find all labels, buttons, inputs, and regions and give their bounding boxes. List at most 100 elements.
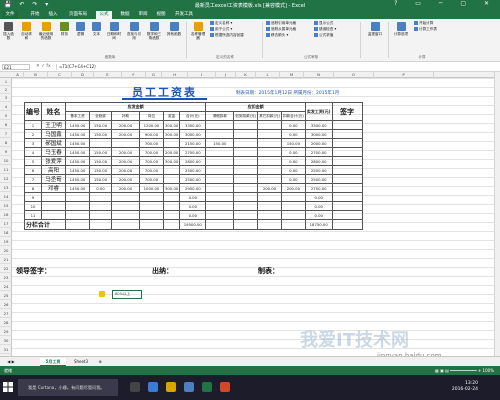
sheet-nav-arrows[interactable]: ◀ ▶ (4, 358, 18, 366)
create-from-selection-button[interactable]: 根据所选内容创建 (210, 33, 244, 38)
add-sheet-button[interactable]: ⊕ (96, 358, 104, 366)
tab-file[interactable]: 文件 (2, 11, 18, 19)
table-cell[interactable]: 150.00 (280, 138, 306, 148)
cortana-search-box[interactable]: 我是 Cortana，小娜。有问题尽管问我。 (18, 379, 118, 396)
app-taskbar-icon[interactable] (220, 382, 230, 392)
row-header[interactable]: 8 (0, 138, 12, 147)
table-cell[interactable]: 1450.00 (65, 129, 90, 139)
table-cell[interactable]: 300.00 (162, 156, 181, 166)
table-cell[interactable] (257, 201, 282, 211)
table-cell[interactable]: 2150.00 (179, 138, 207, 148)
table-cell[interactable]: 700.00 (139, 138, 164, 148)
table-cell[interactable]: 1450.00 (65, 138, 90, 148)
table-cell[interactable] (280, 219, 306, 230)
insert-function-button[interactable]: 插入函数 (2, 22, 15, 44)
table-cell[interactable]: 11 (24, 210, 42, 220)
table-cell[interactable] (257, 120, 282, 130)
table-cell[interactable]: 200.00 (111, 156, 140, 166)
financial-button[interactable]: 财务 (58, 22, 71, 44)
tab-insert[interactable]: 插入 (46, 11, 60, 19)
table-cell[interactable] (89, 138, 112, 148)
table-cell[interactable] (205, 219, 235, 230)
table-cell[interactable]: 6 (24, 165, 42, 175)
row-header[interactable]: 16 (0, 210, 12, 219)
table-cell[interactable]: 1450.00 (65, 120, 90, 130)
row-header[interactable]: 19 (0, 237, 12, 246)
table-cell[interactable]: 200.00 (162, 147, 181, 157)
table-cell[interactable]: 1 (24, 120, 42, 130)
total-sum[interactable]: 19500.00 (179, 219, 207, 230)
table-cell[interactable]: 3000.00 (179, 129, 207, 139)
tab-view[interactable]: 视图 (154, 11, 168, 19)
row-header[interactable]: 4 (0, 102, 12, 111)
total-net[interactable]: 18750.00 (304, 219, 333, 230)
table-cell[interactable]: 200.00 (111, 174, 140, 184)
store-icon[interactable] (184, 382, 194, 392)
row-header[interactable]: 14 (0, 192, 12, 201)
table-cell[interactable]: 7 (24, 174, 42, 184)
table-cell[interactable]: 马丞荀 (41, 174, 66, 184)
evaluate-formula-button[interactable]: 公式求值 (314, 33, 333, 38)
table-cell[interactable]: 0.00 (280, 147, 306, 157)
table-cell[interactable] (331, 147, 363, 157)
table-cell[interactable] (257, 174, 282, 184)
table-cell[interactable]: 0.00 (179, 192, 207, 202)
logical-button[interactable]: 逻辑 (74, 22, 87, 44)
table-cell[interactable]: 郝国斌 (41, 138, 66, 148)
table-cell[interactable] (233, 192, 259, 202)
table-cell[interactable]: 2 (24, 129, 42, 139)
row-header[interactable]: 30 (0, 336, 12, 345)
table-cell[interactable] (65, 201, 90, 211)
table-cell[interactable] (89, 192, 112, 202)
table-cell[interactable]: 马国鑫 (41, 129, 66, 139)
table-cell[interactable] (233, 147, 259, 157)
table-cell[interactable]: 2750.00 (304, 183, 333, 193)
table-cell[interactable]: 0.00 (304, 210, 333, 220)
table-cell[interactable]: 3000.00 (304, 129, 333, 139)
row-header[interactable]: 6 (0, 120, 12, 129)
sheet-tab-sheet3[interactable]: Sheet3 (70, 358, 92, 366)
table-cell[interactable]: 0.00 (280, 165, 306, 175)
tab-home[interactable]: 开始 (28, 11, 42, 19)
table-cell[interactable] (65, 192, 90, 202)
table-cell[interactable] (331, 201, 363, 211)
table-cell[interactable] (331, 192, 363, 202)
table-cell[interactable] (205, 192, 235, 202)
table-cell[interactable]: 200.00 (111, 165, 140, 175)
table-cell[interactable] (331, 138, 363, 148)
table-cell[interactable] (257, 219, 282, 230)
table-cell[interactable]: 2500.00 (304, 165, 333, 175)
table-cell[interactable] (280, 192, 306, 202)
table-cell[interactable] (331, 174, 363, 184)
table-cell[interactable]: 700.00 (139, 174, 164, 184)
more-functions-button[interactable]: 其他函数 (166, 22, 182, 44)
table-cell[interactable] (65, 219, 90, 230)
row-header[interactable]: 18 (0, 228, 12, 237)
trace-precedents-button[interactable]: 追踪引用单元格 (266, 21, 296, 26)
table-cell[interactable] (331, 219, 363, 230)
remove-arrows-button[interactable]: 移去箭头 ▾ (266, 33, 288, 38)
table-cell[interactable] (257, 165, 282, 175)
table-cell[interactable] (205, 129, 235, 139)
table-cell[interactable] (162, 210, 181, 220)
table-cell[interactable]: 300.00 (162, 120, 181, 130)
row-header[interactable]: 13 (0, 183, 12, 192)
table-cell[interactable] (233, 129, 259, 139)
table-cell[interactable] (205, 174, 235, 184)
math-trig-button[interactable]: 数学和三角函数 (146, 22, 162, 44)
table-cell[interactable]: 王卫明 (41, 120, 66, 130)
table-cell[interactable] (331, 183, 363, 193)
table-cell[interactable]: 300.00 (162, 183, 181, 193)
table-cell[interactable]: 1000.00 (139, 183, 164, 193)
table-cell[interactable]: 150.00 (89, 174, 112, 184)
table-cell[interactable]: 150.00 (89, 129, 112, 139)
table-cell[interactable] (257, 210, 282, 220)
table-cell[interactable] (162, 174, 181, 184)
row-header[interactable]: 24 (0, 282, 12, 291)
table-cell[interactable]: 1450.00 (65, 147, 90, 157)
table-cell[interactable]: 2800.00 (179, 156, 207, 166)
row-header[interactable]: 22 (0, 264, 12, 273)
table-cell[interactable] (233, 219, 259, 230)
fx-controls[interactable]: ✕ ✓ fx (36, 64, 51, 69)
table-cell[interactable] (233, 210, 259, 220)
